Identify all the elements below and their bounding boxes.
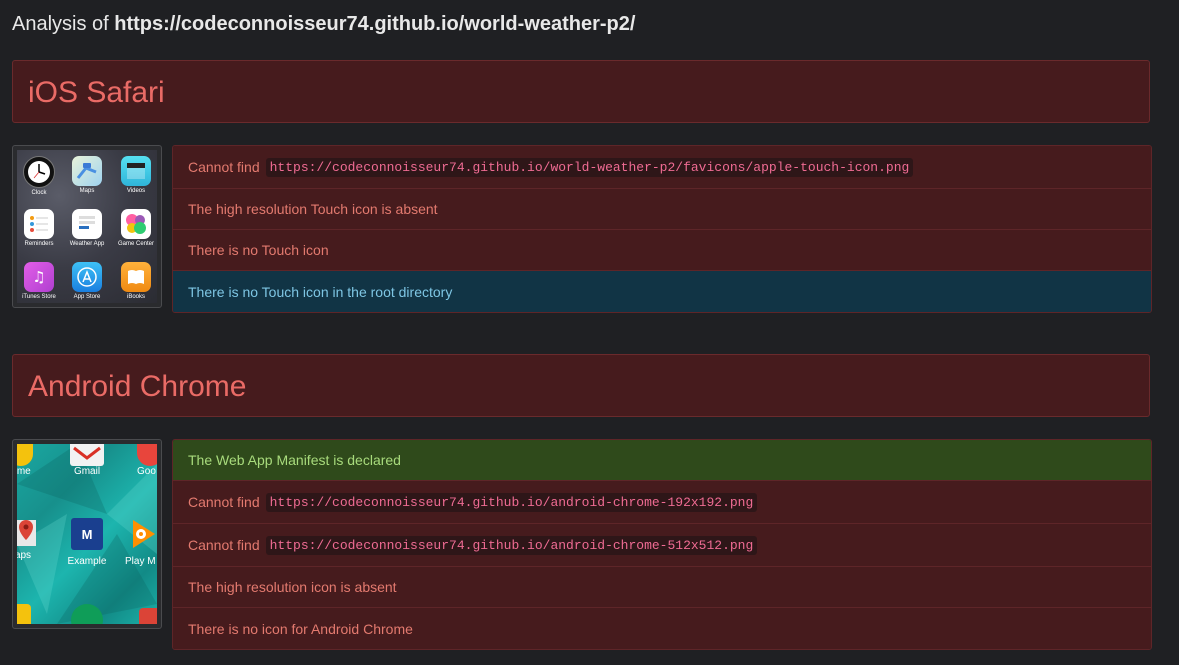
list-item: Cannot find https://codeconnoisseur74.git… (173, 524, 1151, 567)
list-item: There is no icon for Android Chrome (173, 608, 1151, 649)
maps-pin-icon (17, 514, 36, 550)
android-app-chrome: ome (17, 444, 37, 477)
page-title-prefix: Analysis of (12, 13, 115, 35)
itunes-store-icon: ♫ (24, 262, 54, 292)
ios-app-reminders: Reminders (19, 209, 59, 247)
ibooks-icon (121, 262, 151, 292)
missing-file-url: https://codeconnoisseur74.github.io/andr… (265, 535, 758, 555)
app-label: Example (67, 556, 107, 567)
app-label: Game Center (117, 241, 154, 247)
app-store-icon (72, 262, 102, 292)
result-text: There is no Touch icon (188, 242, 329, 258)
ios-app-videos: Videos (116, 156, 156, 194)
missing-file-url: https://codeconnoisseur74.github.io/worl… (265, 157, 914, 177)
result-text: Cannot find (188, 537, 260, 553)
gmail-icon (70, 444, 104, 466)
android-app-play-music: Play M (125, 518, 157, 567)
app-label: Play M (125, 556, 156, 567)
play-music-icon (125, 518, 157, 550)
result-text: Cannot find (188, 494, 260, 510)
page-title: Analysis of https://codeconnoisseur74.gi… (12, 13, 635, 36)
result-text: There is no icon for Android Chrome (188, 620, 413, 637)
list-item: The high resolution Touch icon is absent (173, 189, 1151, 230)
game-center-icon (121, 209, 151, 239)
example-app-glyph: M (81, 526, 93, 542)
android-results-list: The Web App Manifest is declared Cannot … (172, 439, 1152, 650)
app-label: Weather App (69, 241, 105, 247)
result-text: There is no Touch icon in the root direc… (188, 283, 453, 300)
missing-file-url: https://codeconnoisseur74.github.io/andr… (265, 492, 758, 512)
ios-screenshot: Clock Maps Videos Reminders Weather App (12, 145, 162, 308)
app-label: Maps (79, 188, 95, 194)
ios-app-ibooks: iBooks (116, 262, 156, 300)
ios-app-weather: Weather App (67, 209, 107, 247)
app-label: Videos (126, 188, 146, 194)
app-label: Clock (31, 190, 47, 196)
android-partial-app-icon (17, 604, 31, 624)
app-label: iTunes Store (22, 294, 56, 300)
app-label: Goo (137, 466, 156, 477)
android-chrome-section-header: Android Chrome (12, 354, 1150, 417)
analyzed-url: https://codeconnoisseur74.github.io/worl… (114, 13, 636, 35)
app-label: Gmail (73, 466, 101, 477)
result-text: The high resolution icon is absent (188, 579, 397, 595)
app-label: ome (17, 466, 31, 477)
app-label: aps (17, 550, 32, 561)
clock-icon (23, 156, 55, 188)
ios-app-app-store: App Store (67, 262, 107, 300)
ios-app-maps: Maps (67, 156, 107, 194)
chrome-icon (17, 444, 33, 466)
android-home-screen: ome Gmail Goo aps M Example (17, 444, 157, 624)
section-title-android-chrome: Android Chrome (28, 370, 247, 403)
android-screenshot: ome Gmail Goo aps M Example (12, 439, 162, 629)
ios-results-list: Cannot find https://codeconnoisseur74.git… (172, 145, 1152, 313)
android-app-gmail: Gmail (67, 444, 107, 477)
app-label: App Store (73, 294, 101, 300)
result-text: The high resolution Touch icon is absent (188, 201, 438, 217)
ios-app-game-center: Game Center (116, 209, 156, 247)
list-item: Cannot find https://codeconnoisseur74.git… (173, 481, 1151, 524)
result-text: The Web App Manifest is declared (188, 452, 401, 468)
android-partial-app-icon (139, 608, 157, 624)
ios-app-clock: Clock (19, 156, 59, 196)
android-app-maps: aps (17, 514, 43, 561)
google-icon (137, 444, 157, 466)
list-item: The Web App Manifest is declared (173, 440, 1151, 481)
list-item: There is no Touch icon (173, 230, 1151, 271)
android-app-example: M Example (67, 518, 107, 567)
list-item: There is no Touch icon in the root direc… (173, 271, 1151, 312)
example-app-icon: M (71, 518, 103, 550)
reminders-icon (24, 209, 54, 239)
section-title-ios-safari: iOS Safari (28, 76, 165, 109)
app-label: iBooks (126, 294, 145, 300)
ios-safari-section-header: iOS Safari (12, 60, 1150, 123)
android-app-google: Goo (137, 444, 157, 477)
ios-app-itunes: ♫ iTunes Store (19, 262, 59, 300)
ios-home-screen: Clock Maps Videos Reminders Weather App (17, 150, 157, 303)
list-item: Cannot find https://codeconnoisseur74.git… (173, 146, 1151, 189)
weather-app-icon (72, 209, 102, 239)
videos-icon (121, 156, 151, 186)
app-label: Reminders (24, 241, 54, 247)
result-text: Cannot find (188, 159, 260, 175)
maps-icon (72, 156, 102, 186)
list-item: The high resolution icon is absent (173, 567, 1151, 608)
